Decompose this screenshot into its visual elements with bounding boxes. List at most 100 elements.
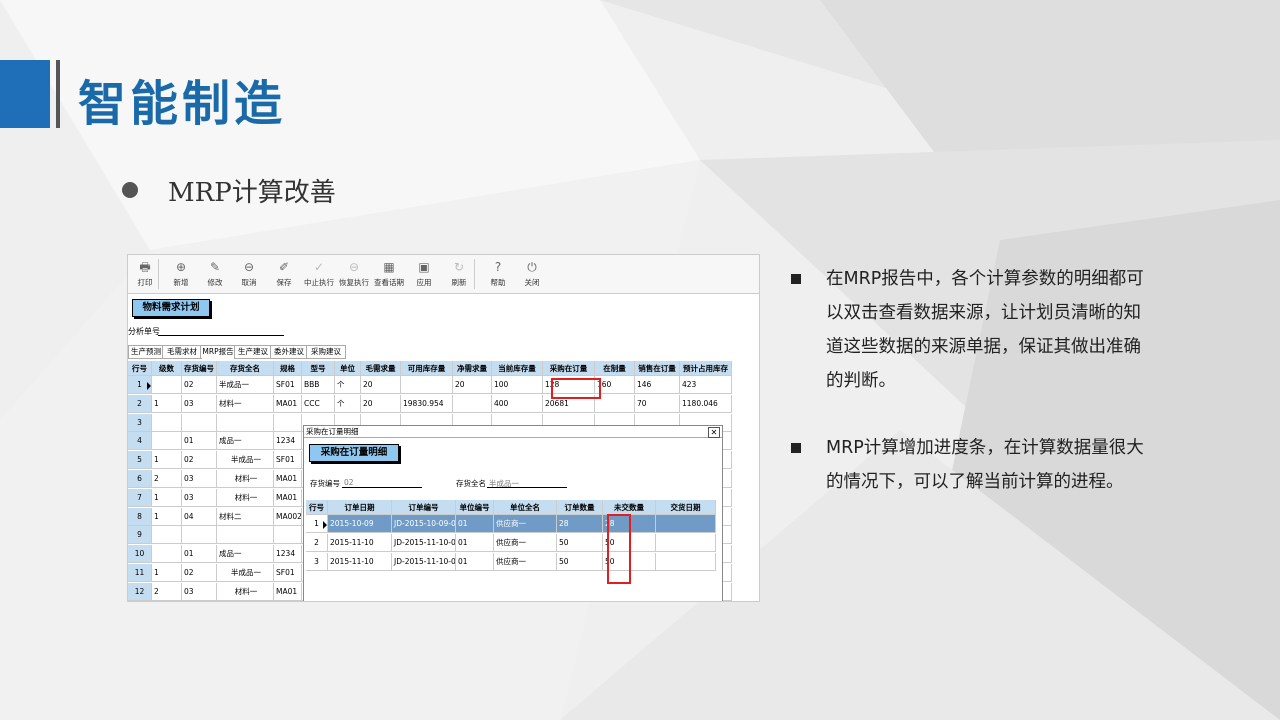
toolbar-button-5[interactable]: ✓ 中止执行 xyxy=(302,259,336,288)
grid-cell[interactable] xyxy=(274,413,302,432)
toolbar-button-4[interactable]: ✐ 保存 xyxy=(267,259,301,288)
toolbar-button-11[interactable]: ⏻ 关闭 xyxy=(515,259,549,288)
grid-cell[interactable]: 材料一 xyxy=(217,582,274,601)
grid-cell[interactable]: 02 xyxy=(182,376,217,394)
tab-1[interactable]: 毛需求材 xyxy=(162,345,202,359)
grid-cell[interactable]: SF01 xyxy=(274,451,302,470)
popup-cell[interactable]: JD-2015-11-10-00002 xyxy=(392,553,456,571)
grid-cell[interactable]: 2 xyxy=(152,470,182,488)
close-icon[interactable]: ✕ xyxy=(708,427,720,438)
grid-cell[interactable]: 02 xyxy=(182,564,217,582)
grid-cell[interactable] xyxy=(152,413,182,432)
grid-cell[interactable]: MA01 xyxy=(274,470,302,488)
grid-cell[interactable] xyxy=(217,413,274,432)
grid-cell[interactable]: 1180.046 xyxy=(680,394,732,413)
form-title-button[interactable]: 物料需求计划 xyxy=(132,299,210,317)
toolbar-button-2[interactable]: ✎ 修改 xyxy=(198,259,232,288)
toolbar-button-6[interactable]: ⊖ 恢复执行 xyxy=(337,259,371,288)
grid-cell[interactable]: 1234 xyxy=(274,432,302,451)
grid-cell[interactable] xyxy=(152,432,182,451)
grid-cell[interactable]: 1 xyxy=(152,451,182,470)
popup-cell[interactable]: 供应商一 xyxy=(494,534,557,552)
popup-cell[interactable]: 01 xyxy=(456,515,494,533)
grid-cell[interactable]: 材料二 xyxy=(217,507,274,526)
popup-cell[interactable]: 50 xyxy=(557,534,603,552)
toolbar-button-3[interactable]: ⊖ 取消 xyxy=(232,259,266,288)
grid-cell[interactable]: SF01 xyxy=(274,376,302,394)
popup-cell[interactable]: 供应商一 xyxy=(494,515,557,533)
popup-cell[interactable]: 01 xyxy=(456,553,494,571)
grid-cell[interactable]: 2 xyxy=(152,582,182,601)
popup-cell[interactable] xyxy=(656,534,716,552)
grid-cell[interactable]: 半成品一 xyxy=(217,564,274,582)
toolbar-button-8[interactable]: ▣ 应用 xyxy=(407,259,441,288)
grid-cell[interactable]: 146 xyxy=(635,376,680,394)
tab-2[interactable]: MRP报告 xyxy=(200,345,236,358)
grid-cell[interactable]: 03 xyxy=(182,470,217,488)
toolbar-button-1[interactable]: ⊕ 新增 xyxy=(164,259,198,288)
grid-cell[interactable]: 材料一 xyxy=(217,470,274,488)
toolbar-button-7[interactable]: ▦ 查看话期 xyxy=(372,259,406,288)
tab-3[interactable]: 生产建议 xyxy=(234,345,272,359)
grid-cell[interactable]: MA01 xyxy=(274,582,302,601)
grid-cell[interactable]: 19830.954 xyxy=(401,394,453,413)
popup-cell[interactable]: 01 xyxy=(456,534,494,552)
tab-0[interactable]: 生产预测 xyxy=(128,345,164,359)
grid-cell[interactable] xyxy=(595,394,635,413)
grid-cell[interactable]: 个 xyxy=(335,394,361,413)
popup-cell[interactable]: JD-2015-10-09-00001 xyxy=(392,515,456,533)
grid-cell[interactable]: CCC xyxy=(302,394,335,413)
grid-cell[interactable] xyxy=(274,526,302,545)
grid-cell[interactable] xyxy=(217,526,274,545)
grid-cell[interactable]: 1 xyxy=(152,488,182,507)
popup-cell[interactable] xyxy=(656,553,716,571)
grid-cell[interactable] xyxy=(182,413,217,432)
grid-cell[interactable]: 半成品一 xyxy=(217,376,274,394)
grid-cell[interactable]: 1 xyxy=(152,394,182,413)
tab-4[interactable]: 委外建议 xyxy=(270,345,308,359)
grid-cell[interactable]: 03 xyxy=(182,582,217,601)
grid-cell[interactable] xyxy=(401,376,453,394)
popup-cell[interactable]: 2015-11-10 xyxy=(328,534,392,552)
grid-cell[interactable]: 03 xyxy=(182,394,217,413)
grid-cell[interactable]: 1 xyxy=(152,507,182,526)
tab-5[interactable]: 采购建议 xyxy=(306,345,346,359)
grid-cell[interactable]: 01 xyxy=(182,432,217,451)
grid-cell[interactable]: 1 xyxy=(152,564,182,582)
grid-cell[interactable]: 20 xyxy=(361,394,401,413)
code-value[interactable]: 02 xyxy=(344,478,354,487)
toolbar-button-0[interactable]: 🖶 打印 xyxy=(128,259,162,288)
doc-number-field[interactable] xyxy=(158,335,284,336)
grid-cell[interactable]: MA002 xyxy=(274,507,302,526)
grid-cell[interactable]: 70 xyxy=(635,394,680,413)
grid-cell[interactable]: 400 xyxy=(492,394,543,413)
popup-cell[interactable]: JD-2015-11-10-00001 xyxy=(392,534,456,552)
popup-cell[interactable] xyxy=(656,515,716,533)
grid-cell[interactable]: 04 xyxy=(182,507,217,526)
grid-cell[interactable]: 760 xyxy=(595,376,635,394)
toolbar-button-10[interactable]: ? 帮助 xyxy=(481,259,515,288)
grid-cell[interactable]: 半成品一 xyxy=(217,451,274,470)
grid-cell[interactable]: 成品一 xyxy=(217,545,274,564)
grid-cell[interactable] xyxy=(152,545,182,564)
popup-form-title[interactable]: 采购在订量明细 xyxy=(309,444,399,462)
grid-cell[interactable]: 20 xyxy=(453,376,492,394)
grid-cell[interactable]: 材料一 xyxy=(217,488,274,507)
grid-cell[interactable] xyxy=(453,394,492,413)
popup-cell[interactable]: 50 xyxy=(557,553,603,571)
grid-cell[interactable]: 02 xyxy=(182,451,217,470)
grid-cell[interactable]: MA01 xyxy=(274,394,302,413)
grid-cell[interactable]: 423 xyxy=(680,376,732,394)
toolbar-button-9[interactable]: ↻ 刷新 xyxy=(442,259,476,288)
grid-cell[interactable]: 个 xyxy=(335,376,361,394)
grid-cell[interactable] xyxy=(152,376,182,394)
grid-cell[interactable]: MA01 xyxy=(274,488,302,507)
grid-cell[interactable]: 20 xyxy=(361,376,401,394)
grid-cell[interactable]: 材料一 xyxy=(217,394,274,413)
grid-cell[interactable]: 03 xyxy=(182,488,217,507)
grid-cell[interactable]: 01 xyxy=(182,545,217,564)
grid-cell[interactable]: 100 xyxy=(492,376,543,394)
grid-cell[interactable] xyxy=(152,526,182,545)
grid-cell[interactable]: 1234 xyxy=(274,545,302,564)
grid-cell[interactable] xyxy=(182,526,217,545)
